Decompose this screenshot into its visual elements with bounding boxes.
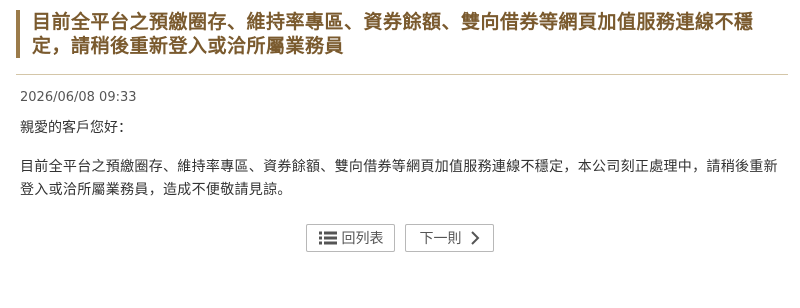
next-item-button[interactable]: 下一則	[405, 224, 494, 252]
back-to-list-label: 回列表	[341, 231, 384, 247]
list-icon	[318, 230, 338, 246]
page-title: 目前全平台之預繳圈存、維持率專區、資券餘額、雙向借券等網頁加值服務連線不穩定，請…	[32, 11, 754, 57]
header-divider	[16, 74, 788, 75]
announcement-navigation: 回列表 下一則	[0, 224, 800, 252]
announcement-header: 目前全平台之預繳圈存、維持率專區、資券餘額、雙向借券等網頁加值服務連線不穩定，請…	[16, 10, 788, 58]
greeting-text: 親愛的客戶您好：	[20, 120, 132, 136]
back-to-list-button[interactable]: 回列表	[306, 224, 395, 252]
chevron-right-icon	[470, 230, 480, 246]
publish-date: 2026/06/08 09:33	[20, 90, 137, 105]
next-item-label: 下一則	[419, 231, 462, 247]
announcement-body: 目前全平台之預繳圈存、維持率專區、資券餘額、雙向借券等網頁加值服務連線不穩定，本…	[20, 159, 778, 198]
announcement-page: 目前全平台之預繳圈存、維持率專區、資券餘額、雙向借券等網頁加值服務連線不穩定，請…	[0, 0, 800, 308]
